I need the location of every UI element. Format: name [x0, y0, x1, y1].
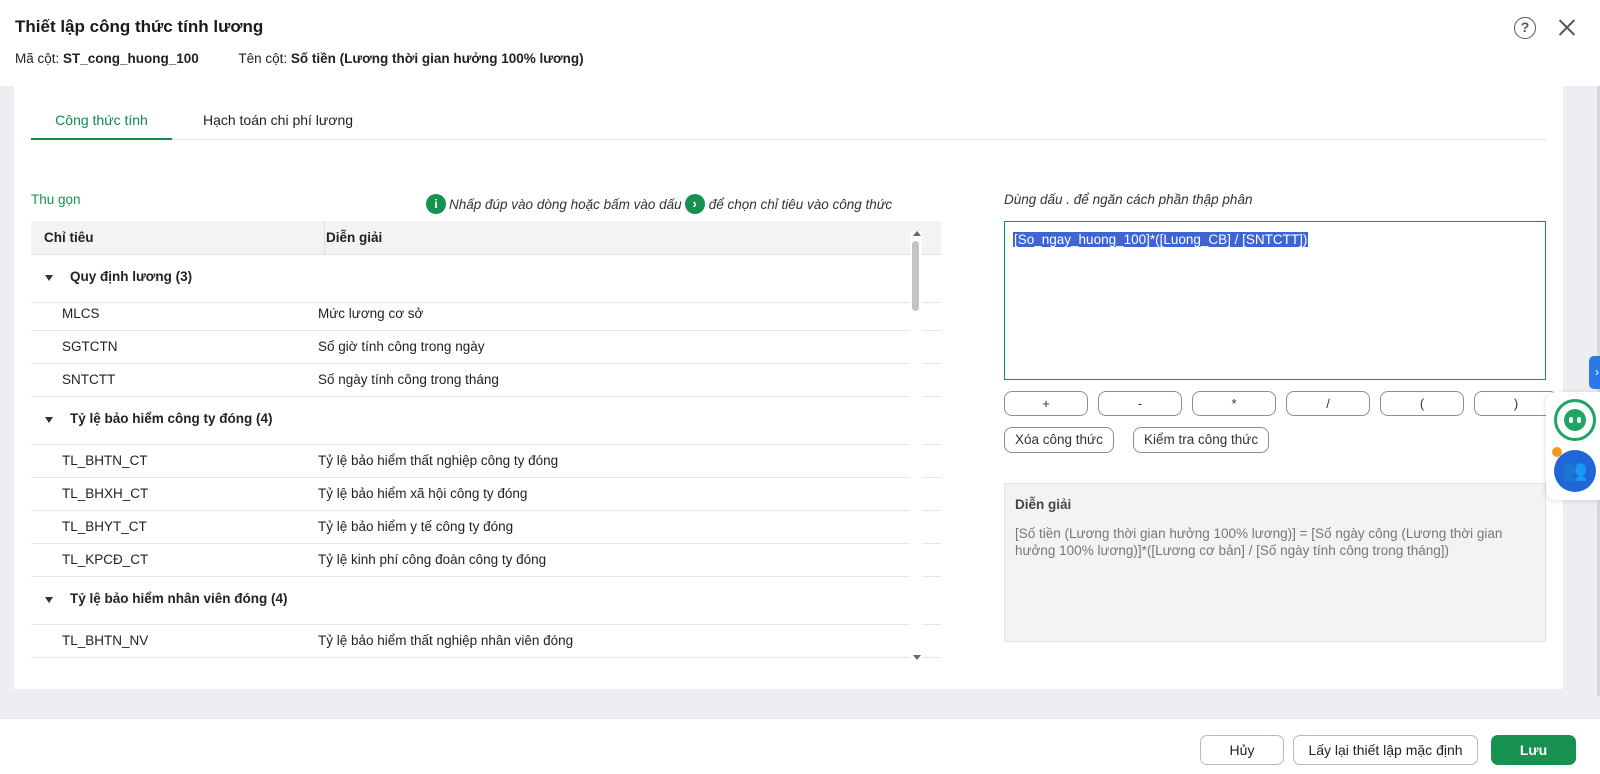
table-row[interactable]: SNTCTT Số ngày tính công trong tháng — [31, 364, 941, 397]
save-button[interactable]: Lưu — [1491, 735, 1576, 765]
column-header-description[interactable]: Diễn giải — [324, 221, 624, 255]
indicator-table: Chỉ tiêu Diễn giải Quy định lương (3) ML… — [31, 221, 941, 677]
scrollbar-thumb[interactable] — [912, 241, 919, 311]
chatbot-face — [1564, 409, 1586, 431]
indicator-code: TL_BHXH_CT — [62, 486, 149, 501]
group-row[interactable]: Tỷ lệ bảo hiểm công ty đóng (4) — [31, 397, 941, 445]
table-header: Chỉ tiêu Diễn giải — [31, 221, 941, 255]
tab-bar: Công thức tính Hạch toán chi phí lương — [31, 100, 1547, 140]
scroll-down-icon[interactable] — [913, 655, 921, 660]
indicator-description: Tỷ lệ bảo hiểm y tế công ty đóng — [318, 519, 514, 534]
side-panel-toggle[interactable]: › — [1589, 356, 1600, 389]
caret-down-icon[interactable] — [45, 597, 53, 603]
indicator-code: TL_BHTN_NV — [62, 633, 149, 648]
caret-down-icon[interactable] — [45, 275, 53, 281]
hint-text-2: để chọn chỉ tiêu vào công thức — [708, 196, 893, 212]
table-row[interactable]: TL_BHTN_NV Tỷ lệ bảo hiểm thất nghiệp nh… — [31, 625, 941, 658]
team-chat-icon[interactable]: 👥 — [1554, 450, 1596, 492]
indicator-description: Mức lương cơ sở — [318, 306, 424, 321]
formula-text[interactable]: [So_ngay_huong_100]*([Luong_CB] / [SNTCT… — [1013, 232, 1309, 247]
explanation-label: Diễn giải — [1015, 497, 1072, 512]
column-meta: Mã cột: ST_cong_huong_100 Tên cột: Số ti… — [15, 51, 584, 66]
tab-formula[interactable]: Công thức tính — [31, 100, 172, 140]
clear-formula-button[interactable]: Xóa công thức — [1004, 427, 1114, 453]
column-code-value: ST_cong_huong_100 — [63, 51, 199, 66]
multiply-button[interactable]: * — [1192, 391, 1276, 416]
indicator-code: SNTCTT — [62, 372, 116, 387]
table-row[interactable]: SGTCTN Số giờ tính công trong ngày — [31, 331, 941, 364]
indicator-code: MLCS — [62, 306, 100, 321]
explanation-text: [Số tiền (Lương thời gian hưởng 100% lươ… — [1015, 526, 1503, 558]
indicator-description: Số ngày tính công trong tháng — [318, 372, 499, 387]
indicator-description: Số giờ tính công trong ngày — [318, 339, 485, 354]
column-code-label: Mã cột: — [15, 51, 60, 66]
plus-button[interactable]: + — [1004, 391, 1088, 416]
caret-down-icon[interactable] — [45, 417, 53, 423]
table-row[interactable]: TL_KPCĐ_CT Tỷ lệ kinh phí công đoàn công… — [31, 544, 941, 577]
dialog-title: Thiết lập công thức tính lương — [15, 17, 264, 36]
scroll-up-icon[interactable] — [913, 231, 921, 236]
table-row[interactable]: MLCS Mức lương cơ sở — [31, 298, 941, 331]
help-icon[interactable]: ? — [1514, 17, 1536, 39]
notification-dot — [1552, 447, 1562, 457]
table-row[interactable]: TL_BHYT_CT Tỷ lệ bảo hiểm y tế công ty đ… — [31, 511, 941, 544]
collapse-link[interactable]: Thu gọn — [31, 192, 81, 207]
open-paren-button[interactable]: ( — [1380, 391, 1464, 416]
divide-button[interactable]: / — [1286, 391, 1370, 416]
table-row[interactable]: TL_BHXH_CT Tỷ lệ bảo hiểm xã hội công ty… — [31, 478, 941, 511]
hint-text-1: Nhấp đúp vào dòng hoặc bấm vào dấu — [449, 196, 682, 212]
decimal-note: Dùng dấu . để ngăn cách phần thập phân — [1004, 192, 1253, 207]
info-icon: i — [426, 194, 446, 214]
column-header-indicator: Chỉ tiêu — [44, 230, 94, 245]
chevron-right-icon: › — [684, 194, 705, 214]
indicator-description: Tỷ lệ bảo hiểm thất nghiệp công ty đóng — [318, 453, 559, 468]
indicator-code: TL_BHYT_CT — [62, 519, 147, 534]
cancel-button[interactable]: Hủy — [1200, 735, 1284, 765]
table-scrollbar[interactable] — [910, 231, 922, 663]
table-row[interactable]: TL_BHTN_CT Tỷ lệ bảo hiểm thất nghiệp cô… — [31, 445, 941, 478]
indicator-code: TL_KPCĐ_CT — [62, 552, 149, 567]
column-name-label: Tên cột: — [238, 51, 288, 66]
group-label: Tỷ lệ bảo hiểm công ty đóng (4) — [70, 411, 273, 426]
tab-cost-accounting[interactable]: Hạch toán chi phí lương — [193, 100, 363, 140]
indicator-code: TL_BHTN_CT — [62, 453, 148, 468]
dialog-header: Thiết lập công thức tính lương Mã cột: S… — [0, 0, 1600, 86]
selection-hint: i Nhấp đúp vào dòng hoặc bấm vào dấu › đ… — [426, 194, 892, 214]
check-formula-button[interactable]: Kiểm tra công thức — [1133, 427, 1270, 453]
formula-editor[interactable]: [So_ngay_huong_100]*([Luong_CB] / [SNTCT… — [1004, 221, 1546, 380]
group-row[interactable]: Tỷ lệ bảo hiểm nhân viên đóng (4) — [31, 577, 941, 625]
indicator-description: Tỷ lệ bảo hiểm xã hội công ty đóng — [318, 486, 528, 501]
group-row[interactable]: Quy định lương (3) — [31, 255, 941, 303]
group-label: Tỷ lệ bảo hiểm nhân viên đóng (4) — [70, 591, 288, 606]
chatbot-icon[interactable] — [1554, 399, 1596, 441]
indicator-description: Tỷ lệ bảo hiểm thất nghiệp nhân viên đón… — [318, 633, 574, 648]
group-label: Quy định lương (3) — [70, 269, 193, 284]
minus-button[interactable]: - — [1098, 391, 1182, 416]
close-icon[interactable] — [1556, 16, 1578, 38]
indicator-code: SGTCTN — [62, 339, 118, 354]
formula-explanation: Diễn giải [Số tiền (Lương thời gian hưởn… — [1004, 483, 1546, 642]
column-name-value: Số tiền (Lương thời gian hưởng 100% lươn… — [290, 51, 584, 66]
indicator-description: Tỷ lệ kinh phí công đoàn công ty đóng — [318, 552, 547, 567]
reset-default-button[interactable]: Lấy lại thiết lập mặc định — [1293, 735, 1478, 765]
